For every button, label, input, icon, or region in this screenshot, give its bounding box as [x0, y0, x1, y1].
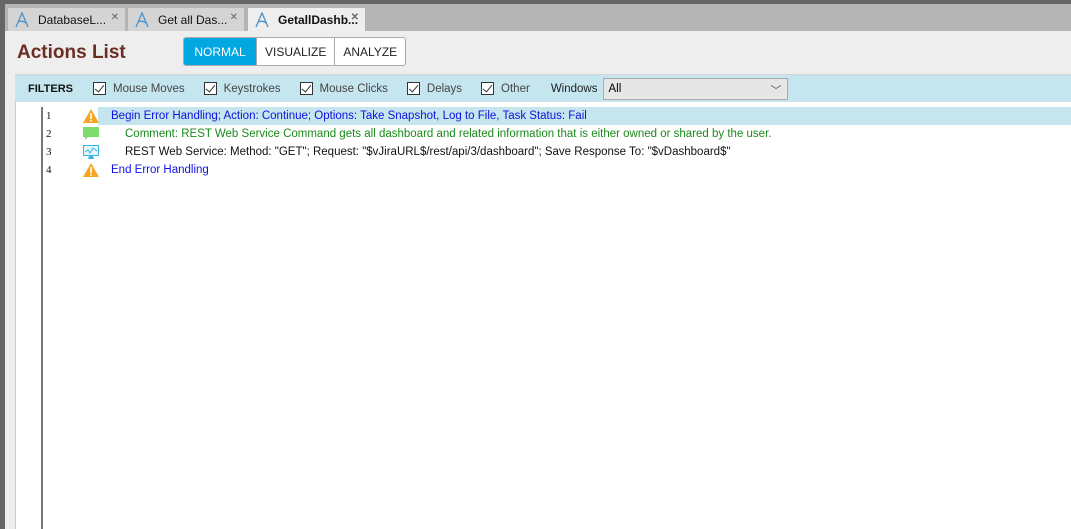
tab-getalldashb[interactable]: GetallDashb... ✕	[248, 8, 365, 31]
action-row[interactable]: 4 End Error Handling	[16, 161, 1071, 179]
action-text: Begin Error Handling; Action: Continue; …	[111, 110, 587, 122]
action-text: REST Web Service: Method: "GET"; Request…	[125, 146, 731, 158]
filter-other[interactable]: Other	[481, 82, 530, 95]
windows-label: Windows	[550, 82, 598, 95]
actions-list: 1 Begin Error Handling; Action: Continue…	[15, 102, 1071, 529]
checkbox[interactable]	[481, 82, 495, 95]
checkbox[interactable]	[93, 82, 107, 95]
close-icon[interactable]: ✕	[111, 12, 119, 23]
mode-normal-button[interactable]: NORMAL	[184, 38, 256, 65]
action-row[interactable]: 1 Begin Error Handling; Action: Continue…	[16, 107, 1071, 125]
filter-mouse-moves[interactable]: Mouse Moves	[93, 82, 185, 95]
warning-icon	[83, 109, 99, 123]
filter-delays[interactable]: Delays	[406, 82, 463, 95]
checkbox-label: Delays	[426, 82, 463, 95]
line-number: 2	[46, 128, 52, 140]
action-text: End Error Handling	[111, 164, 209, 176]
checkbox-label: Keystrokes	[223, 82, 281, 95]
line-number: 4	[46, 164, 52, 176]
app-logo-icon	[15, 11, 29, 27]
checkbox-label: Mouse Clicks	[319, 82, 388, 95]
app-logo-icon	[255, 11, 269, 27]
mode-analyze-button[interactable]: ANALYZE	[334, 38, 405, 65]
checkbox-label: Mouse Moves	[113, 82, 185, 95]
close-icon[interactable]: ✕	[230, 12, 238, 23]
action-text: Comment: REST Web Service Command gets a…	[125, 128, 772, 140]
chevron-down-icon: ﹀	[770, 84, 782, 97]
view-mode-toggle: NORMAL VISUALIZE ANALYZE	[183, 37, 407, 66]
action-row[interactable]: 2 Comment: REST Web Service Command gets…	[16, 125, 1071, 143]
checkbox-label: Other	[501, 82, 530, 95]
warning-icon	[83, 163, 99, 177]
filter-mouse-clicks[interactable]: Mouse Clicks	[299, 82, 388, 95]
windows-select-value: All	[608, 82, 622, 95]
tab-label: DatabaseL...	[38, 12, 107, 27]
tab-strip: DatabaseL... ✕ Get all Das... ✕ GetallDa…	[5, 4, 1071, 31]
line-number: 3	[46, 146, 52, 158]
checkbox[interactable]	[299, 82, 313, 95]
action-row[interactable]: 3 REST Web Service: Method: "GET"; Reque…	[16, 143, 1071, 161]
checkbox[interactable]	[203, 82, 217, 95]
checkbox[interactable]	[406, 82, 420, 95]
filters-label: FILTERS	[28, 82, 74, 95]
tab-label: GetallDashb...	[278, 12, 359, 27]
tab-get-all-das[interactable]: Get all Das... ✕	[128, 8, 244, 31]
filters-bar: FILTERS Mouse Moves Keystrokes Mouse Cli…	[15, 74, 1071, 102]
close-icon[interactable]: ✕	[351, 12, 359, 23]
tab-label: Get all Das...	[158, 12, 228, 27]
line-number: 1	[46, 110, 52, 122]
main-panel: Actions List NORMAL VISUALIZE ANALYZE FI…	[5, 31, 1071, 529]
web-service-icon	[83, 145, 99, 159]
filter-keystrokes[interactable]: Keystrokes	[203, 82, 281, 95]
mode-visualize-button[interactable]: VISUALIZE	[256, 38, 334, 65]
page-title: Actions List	[17, 42, 126, 63]
windows-select[interactable]: All ﹀	[603, 77, 789, 100]
tab-databasel[interactable]: DatabaseL... ✕	[8, 8, 125, 31]
app-logo-icon	[135, 11, 149, 27]
comment-icon	[83, 127, 99, 140]
